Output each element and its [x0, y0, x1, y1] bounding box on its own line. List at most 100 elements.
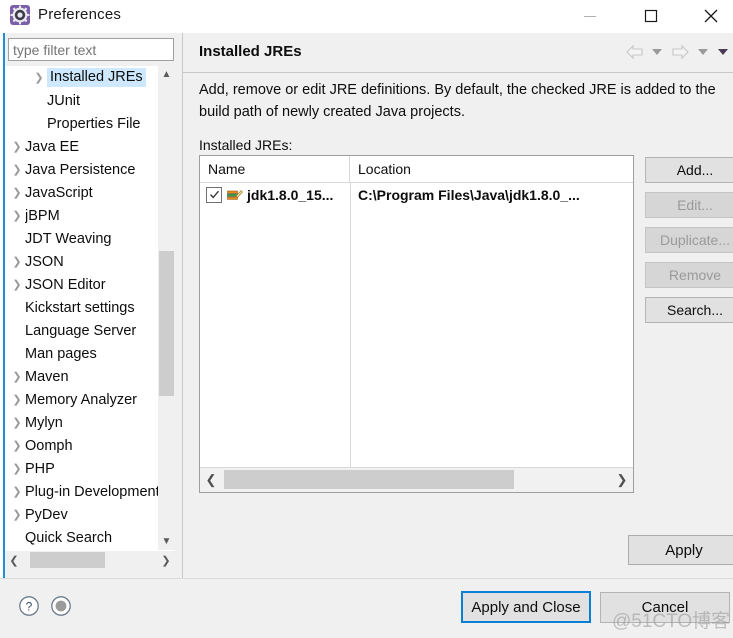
jre-name: jdk1.8.0_15... [247, 186, 334, 203]
page-title: Installed JREs [199, 43, 302, 60]
sidebar-item-label: Plug-in Development [25, 483, 160, 500]
chevron-right-icon[interactable]: ❯ [9, 485, 25, 498]
tree-hscroll-thumb[interactable] [30, 552, 105, 568]
table-scroll-right-icon[interactable]: ❯ [611, 468, 633, 491]
sidebar-item-label: PyDev [25, 506, 68, 523]
chevron-right-icon[interactable]: ❯ [9, 508, 25, 521]
sidebar-item-label: JSON [25, 253, 64, 270]
sidebar-item-man-pages[interactable]: Man pages [5, 342, 175, 365]
sidebar-item-java-ee[interactable]: ❯ Java EE [5, 135, 175, 158]
column-header-location[interactable]: Location [350, 156, 633, 182]
table-body: jdk1.8.0_15... C:\Program Files\Java\jdk1… [200, 182, 633, 467]
jre-library-icon [227, 188, 243, 202]
chevron-right-icon[interactable]: ❯ [9, 255, 25, 268]
chevron-right-icon[interactable]: ❯ [9, 209, 25, 222]
sidebar-item-mylyn[interactable]: ❯ Mylyn [5, 411, 175, 434]
chevron-right-icon[interactable]: ❯ [9, 439, 25, 452]
preferences-tree[interactable]: ❯ Installed JREs JUnit Properties File ❯ Java… [5, 66, 175, 550]
page-header-divider [183, 72, 733, 73]
edit-button: Edit... [645, 192, 733, 218]
table-horizontal-scrollbar[interactable]: ❮ ❯ [200, 467, 633, 492]
chevron-right-icon[interactable]: ❯ [9, 462, 25, 475]
sidebar-item-memory-analyzer[interactable]: ❯ Memory Analyzer [5, 388, 175, 411]
apply-button[interactable]: Apply [628, 535, 733, 565]
chevron-right-icon[interactable]: ❯ [9, 416, 25, 429]
window-title: Preferences [38, 6, 122, 23]
row-checkbox[interactable] [206, 186, 222, 203]
table-hscroll-thumb[interactable] [224, 470, 514, 489]
sidebar-item-properties-file[interactable]: Properties File [5, 112, 175, 135]
sidebar-item-quick-search[interactable]: Quick Search [5, 526, 175, 549]
chevron-right-icon[interactable]: ❯ [9, 393, 25, 406]
back-arrow-icon[interactable] [623, 41, 645, 63]
cell-location: C:\Program Files\Java\jdk1.8.0_... [358, 186, 580, 203]
sidebar-item-label: Kickstart settings [25, 299, 135, 316]
sidebar-item-java-persistence[interactable]: ❯ Java Persistence [5, 158, 175, 181]
filter-input[interactable] [8, 38, 174, 61]
sidebar-item-label: Java EE [25, 138, 79, 155]
chevron-right-icon[interactable]: ❯ [9, 163, 25, 176]
sidebar-item-installed-jres[interactable]: ❯ Installed JREs [5, 66, 175, 89]
sidebar-item-label: JDT Weaving [25, 230, 112, 247]
forward-menu-chevron-down-icon[interactable] [695, 41, 711, 63]
sidebar-item-junit[interactable]: JUnit [5, 89, 175, 112]
cancel-button[interactable]: Cancel [600, 592, 730, 623]
sidebar-item-label: JavaScript [25, 184, 93, 201]
sidebar-item-maven[interactable]: ❯ Maven [5, 365, 175, 388]
sidebar-item-language-server[interactable]: Language Server [5, 319, 175, 342]
search-button[interactable]: Search... [645, 297, 733, 323]
view-menu-chevron-down-icon[interactable] [715, 41, 731, 63]
sidebar-item-plug-in-development[interactable]: ❯ Plug-in Development [5, 480, 175, 503]
sidebar-item-jbpm[interactable]: ❯ jBPM [5, 204, 175, 227]
tree-scroll-up-icon[interactable]: ▲ [158, 66, 175, 83]
tree-vscroll-thumb[interactable] [159, 251, 174, 396]
column-header-name[interactable]: Name [200, 156, 350, 182]
installed-jres-page: Installed JREs Add, remove or edit JRE d… [183, 33, 733, 578]
forward-arrow-icon[interactable] [669, 41, 691, 63]
sidebar-item-label: Memory Analyzer [25, 391, 138, 408]
help-question-icon[interactable]: ? [18, 595, 40, 617]
sidebar-item-oomph[interactable]: ❯ Oomph [5, 434, 175, 457]
sidebar-item-label: Language Server [25, 322, 137, 339]
apply-and-close-button[interactable]: Apply and Close [461, 591, 591, 623]
add-button[interactable]: Add... [645, 157, 733, 183]
jre-table[interactable]: Name Location jdk1.8.0_15... C:\Program F… [199, 155, 634, 493]
sidebar-item-json-editor[interactable]: ❯ JSON Editor [5, 273, 175, 296]
installed-jres-label: Installed JREs: [199, 137, 293, 153]
page-nav-icons [623, 39, 731, 65]
duplicate-button: Duplicate... [645, 227, 733, 253]
chevron-right-icon[interactable]: ❯ [9, 186, 25, 199]
chevron-right-icon[interactable]: ❯ [9, 278, 25, 291]
tree-scroll-right-icon[interactable]: ❯ [157, 551, 175, 569]
sidebar-item-label: Mylyn [25, 414, 63, 431]
filled-circle-icon[interactable] [50, 595, 72, 617]
cell-name: jdk1.8.0_15... [200, 182, 350, 207]
table-scroll-left-icon[interactable]: ❮ [200, 468, 222, 491]
sidebar-item-javascript[interactable]: ❯ JavaScript [5, 181, 175, 204]
sidebar-item-label: Installed JREs [47, 68, 146, 87]
window-left-edge [0, 33, 3, 578]
chevron-right-icon[interactable]: ❯ [9, 140, 25, 153]
sidebar-item-label: PHP [25, 460, 55, 477]
sidebar-item-json[interactable]: ❯ JSON [5, 250, 175, 273]
chevron-right-icon[interactable]: ❯ [31, 71, 47, 84]
close-button[interactable] [688, 0, 733, 32]
tree-horizontal-scrollbar[interactable]: ❮ ❯ [5, 550, 175, 569]
table-row[interactable]: jdk1.8.0_15... C:\Program Files\Java\jdk1… [200, 182, 633, 207]
svg-text:?: ? [26, 600, 33, 614]
minimize-button[interactable] [567, 0, 613, 32]
tree-vertical-scrollbar[interactable]: ▲ ▼ [158, 66, 175, 550]
tree-scroll-left-icon[interactable]: ❮ [5, 551, 23, 569]
tree-scroll-down-icon[interactable]: ▼ [158, 533, 175, 550]
sidebar-item-php[interactable]: ❯ PHP [5, 457, 175, 480]
sidebar-item-kickstart-settings[interactable]: Kickstart settings [5, 296, 175, 319]
page-description: Add, remove or edit JRE definitions. By … [199, 82, 716, 120]
maximize-button[interactable] [628, 0, 674, 32]
back-menu-chevron-down-icon[interactable] [649, 41, 665, 63]
sidebar-item-pydev[interactable]: ❯ PyDev [5, 503, 175, 526]
sidebar-item-jdt-weaving[interactable]: JDT Weaving [5, 227, 175, 250]
preferences-dialog: Preferences ❯Installed JREsJUnitProperti… [0, 0, 733, 638]
chevron-right-icon[interactable]: ❯ [9, 370, 25, 383]
title-bar: Preferences [0, 0, 733, 33]
preferences-gear-icon [9, 4, 31, 26]
